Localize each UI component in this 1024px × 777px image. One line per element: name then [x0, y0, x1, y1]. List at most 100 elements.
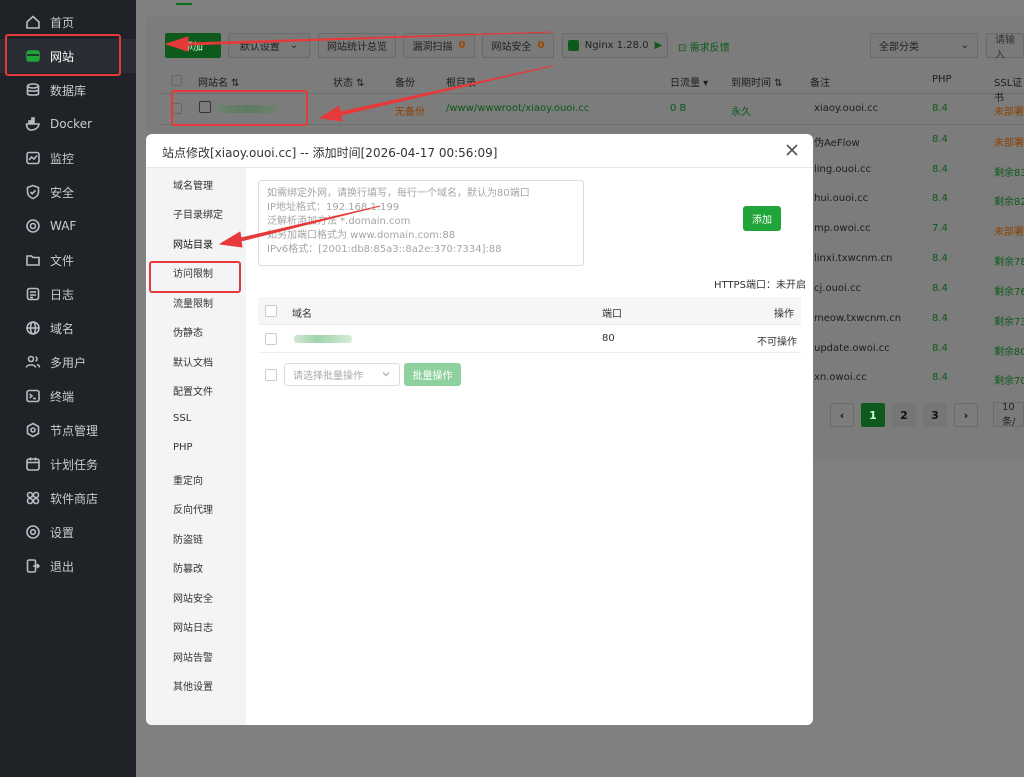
annotation-box-site-row [171, 90, 308, 126]
feedback-link[interactable]: ⊡ 需求反馈 [678, 39, 730, 54]
textarea-hint-line: 如需绑定外网，请换行填写，每行一个域名，默认为80端口 [267, 188, 530, 199]
site-stats-button[interactable]: 网站统计总览 [318, 33, 396, 58]
row-php: 8.4 [932, 283, 948, 294]
nav-store[interactable]: 软件商店 [0, 481, 136, 515]
nav-users[interactable]: 多用户 [0, 345, 136, 379]
category-select[interactable]: 全部分类 ⌄ [870, 33, 978, 58]
th-expire[interactable]: 到期时间 ⇅ [731, 74, 783, 89]
menu-site-directory[interactable]: 网站目录 [173, 236, 213, 251]
add-site-button[interactable]: 添加 [165, 33, 221, 58]
row-ssl[interactable]: 剩余82 [994, 193, 1024, 208]
select-all-checkbox[interactable] [171, 75, 182, 86]
close-icon[interactable] [784, 142, 800, 158]
th-traffic[interactable]: 日流量 ▾ [670, 74, 708, 89]
menu-domain-manage[interactable]: 域名管理 [173, 177, 213, 192]
page-button-1[interactable]: 1 [861, 403, 885, 427]
nav-label: 文件 [50, 253, 75, 268]
row-remark: cj.ouoi.cc [814, 283, 861, 294]
nav-settings[interactable]: 设置 [0, 515, 136, 549]
search-input[interactable]: 请输入 [986, 33, 1024, 61]
nginx-button[interactable]: Nginx 1.28.0 ▶ [562, 33, 668, 58]
nav-files[interactable]: 文件 [0, 243, 136, 277]
row-ssl[interactable]: 剩余70 [994, 372, 1024, 387]
menu-hotlink[interactable]: 防盗链 [173, 531, 203, 546]
nav-security[interactable]: 安全 [0, 175, 136, 209]
home-icon [24, 13, 42, 31]
menu-traffic-limit[interactable]: 流量限制 [173, 295, 213, 310]
menu-rewrite[interactable]: 伪静态 [173, 324, 203, 339]
th-action: 操作 [774, 309, 794, 320]
add-domain-button[interactable]: 添加 [743, 206, 781, 231]
nav-label: 软件商店 [50, 491, 99, 506]
page-button-3[interactable]: 3 [923, 403, 947, 427]
th-name[interactable]: 网站名 ⇅ [198, 74, 240, 89]
row-ssl[interactable]: 剩余83 [994, 164, 1024, 179]
chevron-down-icon: ⌄ [960, 40, 969, 51]
page-size-select[interactable]: 10条/ [993, 402, 1024, 428]
batch-checkbox[interactable] [265, 369, 277, 381]
row-remark: hui.ouoi.cc [814, 193, 869, 204]
chevron-down-icon [382, 372, 390, 377]
th-domain: 域名 [292, 309, 312, 320]
nav-logout[interactable]: 退出 [0, 549, 136, 583]
menu-other-settings[interactable]: 其他设置 [173, 678, 213, 693]
nav-nodes[interactable]: 节点管理 [0, 413, 136, 447]
page-button-2[interactable]: 2 [892, 403, 916, 427]
nav-label: 监控 [50, 151, 75, 166]
row-root[interactable]: /www/wwwroot/xiaoy.ouoi.cc [446, 103, 589, 114]
menu-php[interactable]: PHP [173, 442, 193, 453]
row-ssl[interactable]: 剩余78 [994, 253, 1024, 268]
menu-site-security[interactable]: 网站安全 [173, 590, 213, 605]
row-ssl[interactable]: 剩余80 [994, 343, 1024, 358]
nginx-icon [567, 40, 579, 51]
nginx-label: Nginx 1.28.0 [584, 40, 649, 51]
menu-subdir-bind[interactable]: 子目录绑定 [173, 206, 223, 221]
row-php: 7.4 [932, 223, 948, 234]
textarea-hint-line: 如另加端口格式为 www.domain.com:88 [267, 230, 456, 241]
row-remark: ling.ouoi.cc [814, 164, 871, 175]
menu-ssl[interactable]: SSL [173, 413, 191, 424]
domain-select-all-checkbox[interactable] [265, 305, 277, 317]
site-stats-label: 网站统计总览 [327, 42, 387, 53]
menu-config-file[interactable]: 配置文件 [173, 383, 213, 398]
page-prev-button[interactable]: ‹ [830, 403, 854, 427]
menu-reverse-proxy[interactable]: 反向代理 [173, 501, 213, 516]
nav-domain[interactable]: 域名 [0, 311, 136, 345]
row-ssl[interactable]: 剩余76 [994, 283, 1024, 298]
nav-label: 日志 [50, 287, 75, 302]
nav-terminal[interactable]: 终端 [0, 379, 136, 413]
menu-site-logs[interactable]: 网站日志 [173, 619, 213, 634]
row-ssl[interactable]: 未部署 [994, 103, 1024, 118]
logout-icon [24, 557, 42, 575]
nav-docker[interactable]: Docker [0, 107, 136, 141]
batch-operation-button[interactable]: 批量操作 [404, 363, 461, 386]
row-ssl[interactable]: 未部署 [994, 223, 1024, 238]
nav-database[interactable]: 数据库 [0, 73, 136, 107]
page-next-button[interactable]: › [954, 403, 978, 427]
nav-logs[interactable]: 日志 [0, 277, 136, 311]
menu-redirect[interactable]: 重定向 [173, 472, 203, 487]
default-settings-button[interactable]: 默认设置 ⌄ [228, 33, 310, 58]
menu-default-doc[interactable]: 默认文档 [173, 354, 213, 369]
nav-cron[interactable]: 计划任务 [0, 447, 136, 481]
vuln-scan-button[interactable]: 漏洞扫描 0 [403, 33, 475, 58]
site-security-button[interactable]: 网站安全 0 [482, 33, 554, 58]
menu-tamper-proof[interactable]: 防篡改 [173, 560, 203, 575]
log-icon [24, 285, 42, 303]
row-ssl[interactable]: 剩余73 [994, 313, 1024, 328]
domain-row-checkbox[interactable] [265, 333, 277, 345]
batch-operation-select[interactable]: 请选择批量操作 [284, 363, 400, 386]
row-remark: meow.txwcnm.cn [814, 313, 902, 324]
row-expire[interactable]: 永久 [731, 103, 751, 118]
nav-label: 设置 [50, 525, 75, 540]
menu-site-alerts[interactable]: 网站告警 [173, 649, 213, 664]
site-edit-modal: 站点修改[xiaoy.ouoi.cc] -- 添加时间[2026-04-17 0… [146, 134, 813, 725]
domain-textarea[interactable]: 如需绑定外网，请换行填写，每行一个域名，默认为80端口 IP地址格式：192.1… [258, 180, 584, 266]
textarea-hint-line: IP地址格式：192.168.1.199 [267, 202, 400, 213]
nav-monitor[interactable]: 监控 [0, 141, 136, 175]
row-backup[interactable]: 无备份 [395, 103, 425, 118]
nav-waf[interactable]: WAF [0, 209, 136, 243]
th-status[interactable]: 状态 ⇅ [333, 74, 365, 89]
th-root: 根目录 [446, 78, 476, 89]
row-ssl[interactable]: 未部署 [994, 134, 1024, 149]
